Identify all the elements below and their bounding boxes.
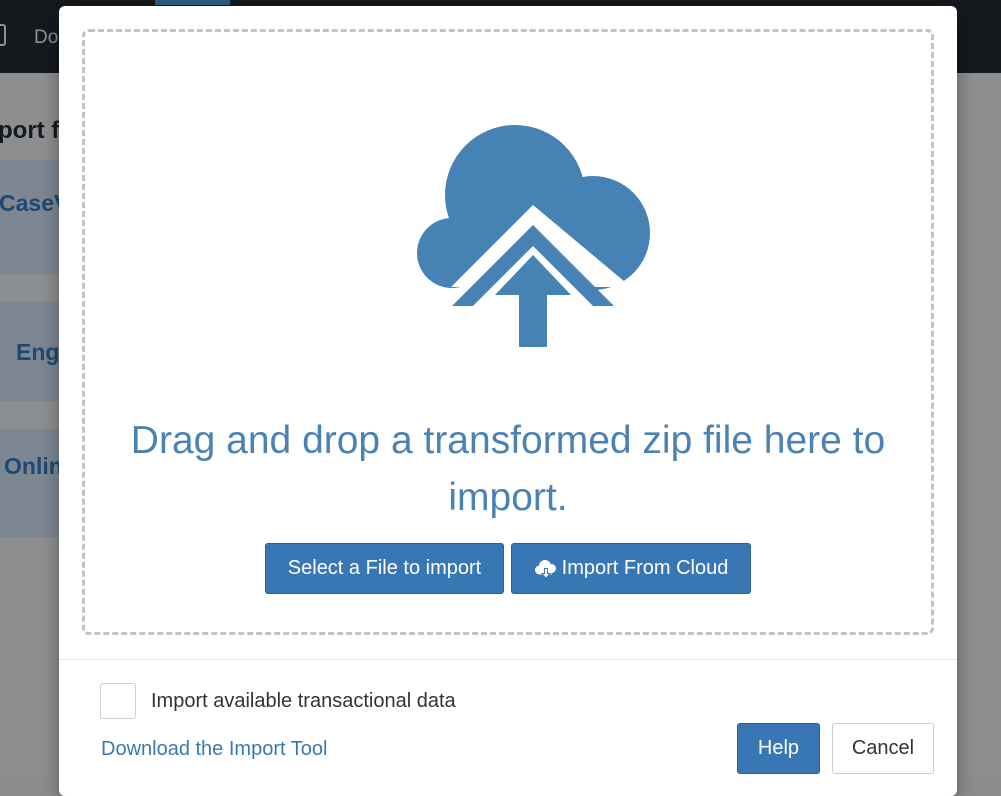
file-drop-zone[interactable]: Drag and drop a transformed zip file her… (82, 29, 934, 635)
transactional-data-checkbox[interactable] (100, 683, 136, 719)
download-import-tool-link[interactable]: Download the Import Tool (101, 738, 327, 761)
import-source-label: Onlin (4, 453, 63, 479)
select-file-button[interactable]: Select a File to import (265, 543, 504, 594)
cancel-button-label: Cancel (851, 737, 915, 759)
import-source-label: Eng (16, 339, 60, 365)
import-dialog: Drag and drop a transformed zip file her… (59, 6, 957, 796)
footer-divider (59, 659, 957, 660)
import-from-cloud-button[interactable]: Import From Cloud (511, 543, 751, 594)
active-tab-indicator (155, 0, 230, 5)
select-file-button-label: Select a File to import (287, 557, 482, 579)
drop-instruction: Drag and drop a transformed zip file her… (130, 419, 886, 519)
device-icon (0, 24, 6, 46)
import-from-cloud-label: Import From Cloud (561, 557, 729, 579)
cancel-button[interactable]: Cancel (832, 723, 934, 774)
transactional-data-label[interactable]: Import available transactional data (151, 690, 456, 713)
cloud-download-icon (534, 559, 556, 579)
help-button[interactable]: Help (737, 723, 820, 774)
help-button-label: Help (757, 737, 800, 759)
nav-tab-label: Do (34, 27, 59, 48)
cloud-upload-icon (417, 125, 650, 347)
page-heading: port f (0, 117, 60, 144)
